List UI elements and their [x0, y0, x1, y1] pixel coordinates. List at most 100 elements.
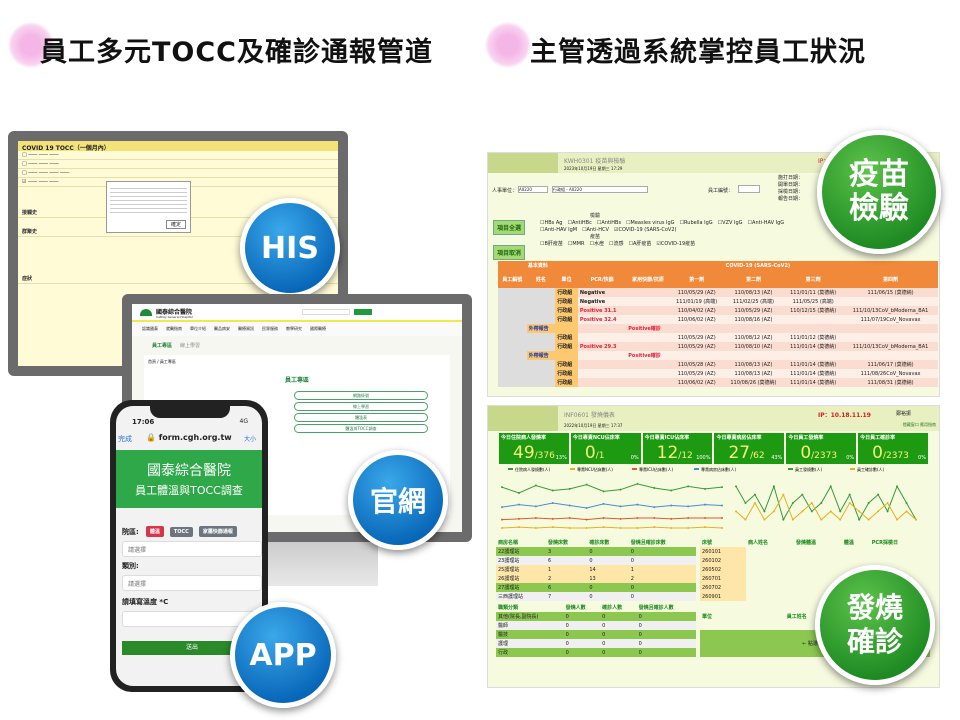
table-cell — [498, 360, 527, 369]
fever-links[interactable]: 隱藏窗口 應用指南 — [903, 422, 936, 428]
checkbox-item[interactable]: ☑COVID-19疫苗 — [656, 241, 695, 248]
kpi-card[interactable]: 今日員工發燒率 0/2373 0% — [786, 433, 857, 464]
checkbox-item[interactable]: ☐AntiHBs — [597, 220, 621, 227]
table-row[interactable]: 行政組 110/06/02 (AZ) 110/08/26 (莫德納) 111/01/1… — [498, 378, 938, 387]
table-row[interactable]: 行政組 Positive 29.3 110/05/29 (AZ) 110/08/10 … — [498, 342, 938, 351]
checkbox-item[interactable]: ☑COVID-19 (SARS-CoV2) — [614, 227, 677, 234]
nav-item[interactable]: 醫品病安 — [214, 326, 230, 332]
website-section-title: 員工專區 — [284, 377, 309, 384]
website-search-input[interactable] — [302, 309, 350, 315]
tocc-button[interactable]: TOCC — [169, 526, 193, 537]
kpi-card[interactable]: 今日專責ICU佔床率 12/12 100% — [642, 433, 713, 464]
table-cell — [626, 333, 670, 342]
nav-item[interactable]: 醫療資訊 — [238, 326, 254, 332]
nav-item[interactable]: 認識國泰 — [142, 326, 158, 332]
table-row[interactable]: 外帶報告 Positive確診 — [498, 351, 938, 360]
tab-learning[interactable]: 線上學習 — [180, 343, 200, 349]
checkbox-item[interactable]: ☐HBs Ag — [540, 220, 562, 227]
table-cell — [526, 333, 556, 342]
website-link[interactable]: 線上學習 — [294, 402, 428, 411]
nav-item[interactable]: 教學研究 — [286, 326, 302, 332]
table-row[interactable]: 22護理站 3 0 0 — [496, 547, 696, 556]
checkbox-item[interactable]: ☐Anti-HAV IgG — [748, 220, 785, 227]
table-row[interactable]: 23護理站 6 0 0 — [496, 556, 696, 565]
data-point — [915, 518, 917, 521]
checkbox-item[interactable]: ☐MMR — [568, 241, 585, 248]
checkbox-item[interactable]: ☐A肝疫苗 — [629, 241, 652, 248]
temp-button[interactable]: 體溫 — [145, 526, 164, 537]
checkbox-item[interactable]: ☐水痘 — [590, 241, 605, 248]
employee-input[interactable] — [738, 185, 760, 193]
url-bar[interactable]: 🔒 form.cgh.org.tw — [146, 433, 232, 442]
table-row[interactable]: 行政組 110/05/29 (AZ) 110/08/13 (AZ) 111/01/14… — [498, 369, 938, 378]
website-link[interactable]: 體溫與TOCC調查 — [294, 424, 428, 433]
table-row[interactable]: 27護理站 6 0 0 — [496, 583, 696, 592]
nav-item[interactable]: 民眾服務 — [262, 326, 278, 332]
data-point — [636, 527, 639, 529]
table-row[interactable]: 行政組 110/05/28 (AZ) 110/08/13 (AZ) 111/01/14… — [498, 360, 938, 369]
select-all-button[interactable]: 項目全選 — [493, 220, 526, 235]
category-select[interactable]: 請選擇 — [122, 575, 262, 591]
table-row[interactable]: 行政組 110/05/29 (AZ) 110/08/12 (AZ) 111/01/12… — [498, 333, 938, 342]
checkbox-item[interactable]: ☐AntiHBc — [567, 220, 591, 227]
table-row[interactable]: 行政 0 0 0 — [496, 648, 696, 657]
table-row[interactable]: 行政組 Positive 31.1 110/04/02 (AZ) 110/05/29 … — [498, 306, 938, 315]
table-row[interactable]: 行政組 Negative 110/05/29 (AZ) 110/08/13 (AZ) 1… — [498, 288, 938, 297]
data-point — [848, 502, 851, 504]
kpi-card[interactable]: 今日住院病人發燒率 49/376 13% — [499, 433, 569, 464]
deselect-button[interactable]: 項目取消 — [493, 245, 526, 260]
family-test-button[interactable]: 家屬快篩通報 — [198, 526, 237, 537]
table-cell: 護理 — [498, 641, 509, 647]
table-row[interactable]: 外帶報告 Positive確診 — [498, 324, 938, 333]
data-point — [534, 484, 537, 487]
checkbox-item[interactable]: ☐Anti-HCV — [582, 227, 609, 234]
table-cell — [555, 324, 578, 333]
table-row[interactable]: 260101 — [700, 547, 930, 556]
table-row[interactable]: 26護理站 2 13 2 — [496, 574, 696, 583]
kpi-card[interactable]: 今日專責NCU佔床率 0/1 0% — [570, 433, 641, 464]
table-row[interactable]: 三西護理站 7 0 0 — [496, 592, 696, 601]
checkbox-item[interactable]: ☐Rubella IgG — [680, 220, 713, 227]
table-cell — [843, 333, 938, 342]
nav-item[interactable]: 單位介紹 — [190, 326, 206, 332]
nav-item[interactable]: 就醫指南 — [166, 326, 182, 332]
table-row[interactable]: 25護理站 1 14 1 — [496, 565, 696, 574]
checkbox-item[interactable]: ☐流感 — [609, 241, 624, 248]
text-size-button[interactable]: 大小 — [244, 434, 256, 443]
kpi-card[interactable]: 今日專責病房佔床率 27/62 43% — [714, 433, 785, 464]
unit-select[interactable]: 行政組 - A0220 — [552, 186, 648, 193]
checkbox-label: Anti-HCV — [586, 227, 609, 233]
table-cell: 111/07/19CoV_Novavax — [860, 316, 921, 323]
checkbox-item[interactable]: ☐Measles virus IgG — [626, 220, 675, 227]
data-point — [810, 502, 813, 504]
website-search-button[interactable] — [354, 309, 372, 315]
table-row[interactable]: 行政組 Negative 111/01/19 (高端) 111/02/25 (高端) 1… — [498, 297, 938, 306]
browser-done[interactable]: 完成 — [118, 434, 132, 444]
kpi-card[interactable]: 今日員工確診率 0/2373 0% — [858, 433, 928, 464]
tab-staff[interactable]: 員工專區 — [152, 343, 172, 349]
data-point — [801, 493, 804, 496]
table-row[interactable]: 行政組 Positive 32.4 110/06/02 (AZ) 110/08/16 … — [498, 315, 938, 324]
column-header: 發燒且確診床數 — [630, 540, 666, 546]
website-link[interactable]: 網路掛號 — [294, 391, 428, 400]
table-cell: 111/01/19 (高端) — [676, 299, 718, 305]
data-point — [585, 483, 588, 486]
checkbox-item[interactable]: ☐VZV IgG — [718, 220, 743, 227]
unit-code-input[interactable]: A0220 — [518, 186, 548, 193]
data-point — [619, 517, 622, 520]
his-dialog-ok[interactable]: 確定 — [165, 220, 186, 229]
checkbox-item[interactable]: ☐Anti-HAV IgM — [540, 227, 577, 234]
table-row[interactable]: 醫技 0 0 0 — [496, 630, 696, 639]
campus-select[interactable]: 請選擇 — [122, 541, 262, 557]
phone-notch — [150, 406, 230, 418]
fever-ip: IP：10.18.11.19 — [818, 412, 871, 419]
table-row[interactable]: 醫師 0 0 0 — [496, 621, 696, 630]
table-row[interactable]: 其他(院長,副院長) 0 0 0 — [496, 612, 696, 621]
checkbox-item[interactable]: ☐B肝疫苗 — [540, 241, 563, 248]
table-row[interactable]: 護理 0 0 0 — [496, 639, 696, 648]
kpi-total: /62 — [750, 451, 765, 461]
nav-item[interactable]: 國際醫療 — [310, 326, 326, 332]
table-row[interactable]: 260102 — [700, 556, 930, 565]
table-cell: 111/02/25 (高端) — [732, 299, 775, 305]
website-link[interactable]: 體溫表 — [294, 413, 428, 422]
